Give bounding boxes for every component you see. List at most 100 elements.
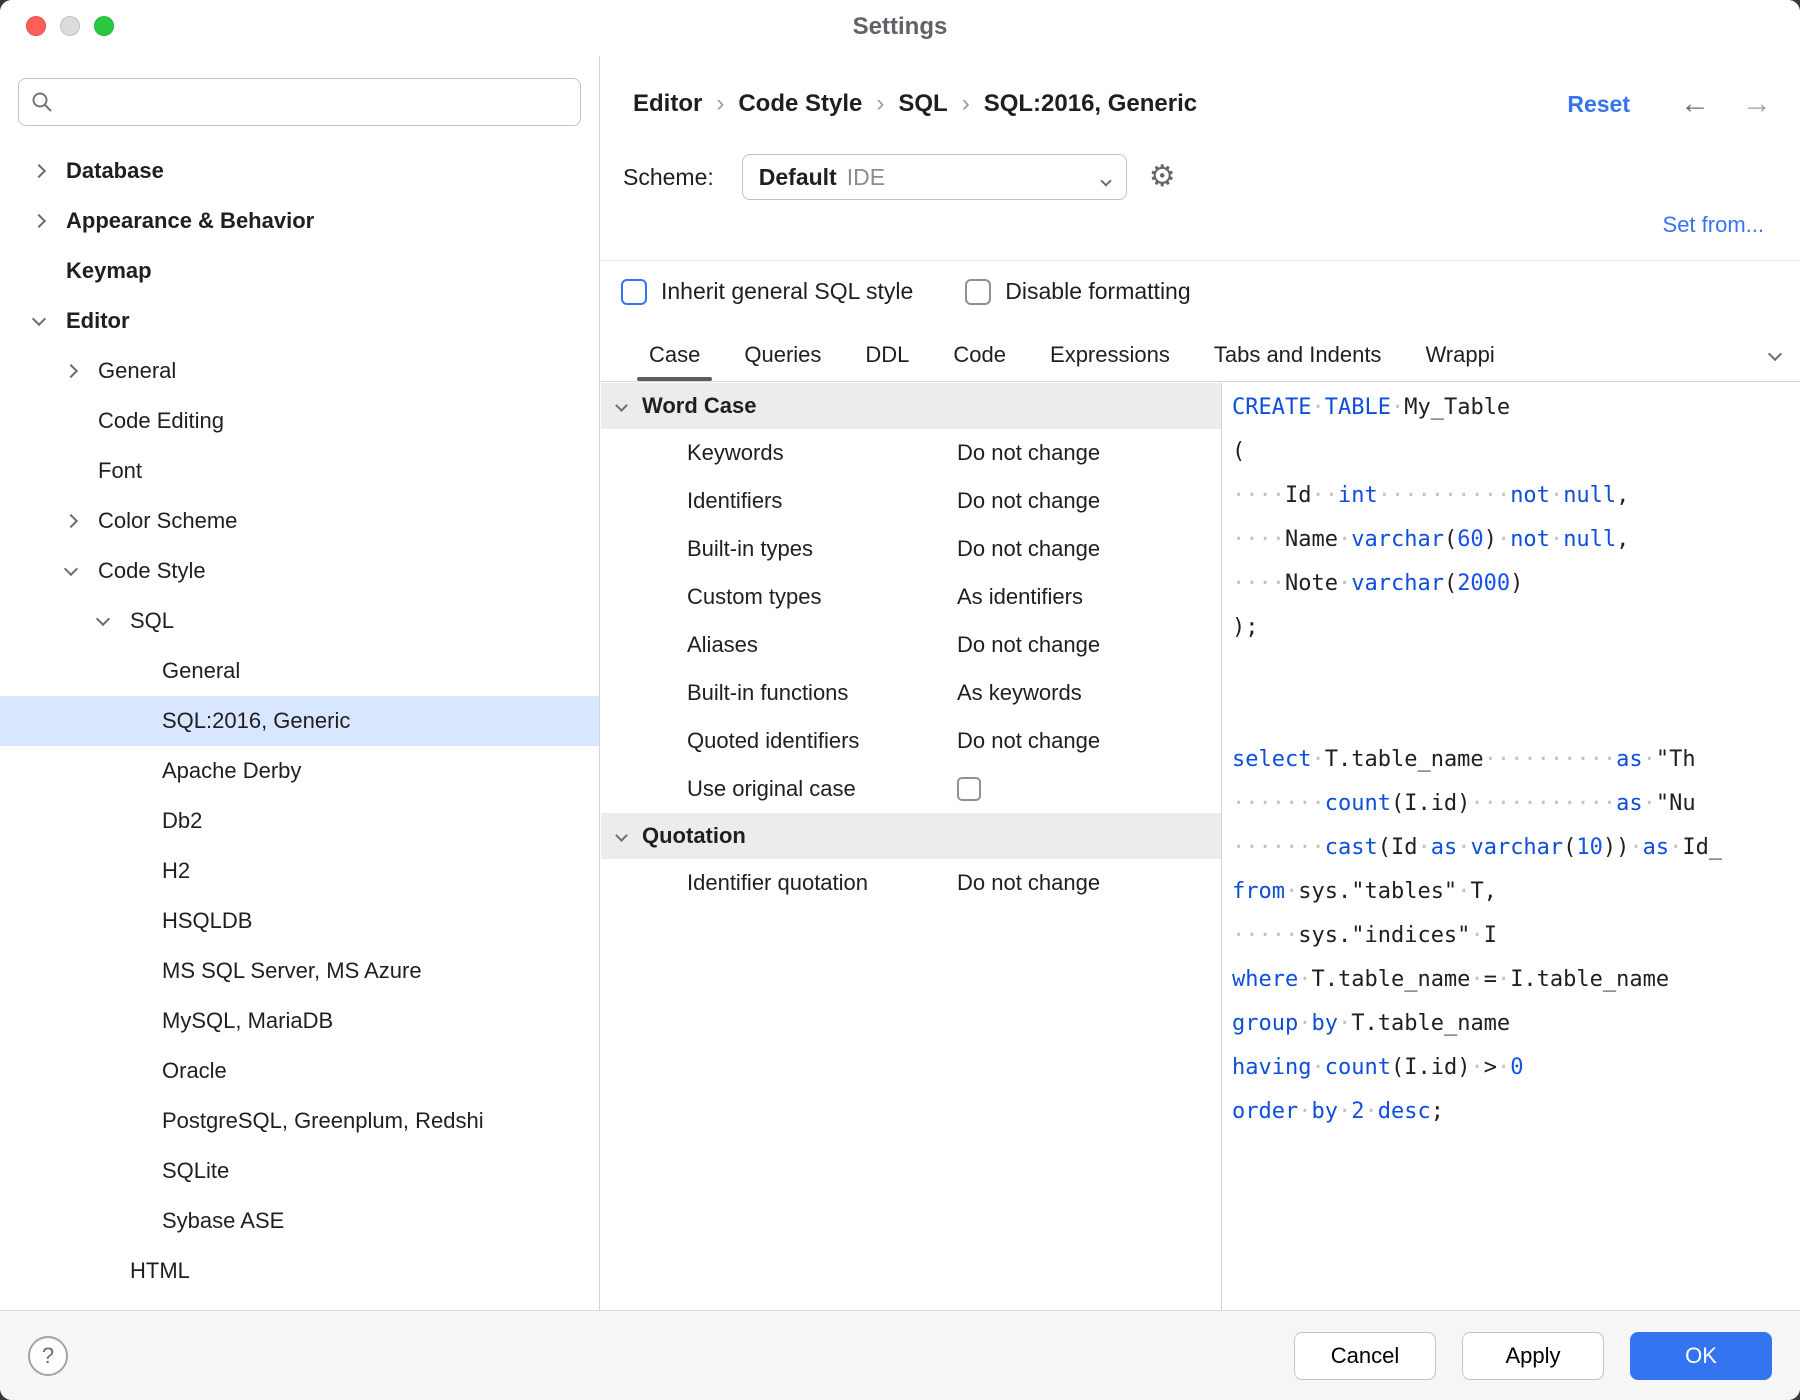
breadcrumb-item-editor[interactable]: Editor (633, 90, 702, 118)
sidebar-item-keymap[interactable]: Keymap (0, 246, 599, 296)
tab-queries[interactable]: Queries (722, 328, 843, 381)
code-token: sys. (1298, 879, 1351, 904)
code-token: 2000 (1457, 571, 1510, 596)
setting-value-dropdown[interactable]: As keywords (957, 680, 1082, 706)
breadcrumb-separator: › (962, 90, 970, 118)
chevron-down-icon[interactable] (66, 568, 98, 574)
setting-row-built-in-functions: Built-in functionsAs keywords (601, 669, 1221, 717)
section-title: Word Case (642, 393, 757, 419)
chevron-down-icon[interactable] (34, 318, 66, 324)
code-line: ·······cast(Id·as·varchar(10))·as·Id_ (1232, 826, 1800, 870)
sidebar-item-postgresql-greenplum-redshi[interactable]: PostgreSQL, Greenplum, Redshi (0, 1096, 599, 1146)
sidebar-item-database[interactable]: Database (0, 146, 599, 196)
code-token: T.table_name (1351, 1011, 1510, 1036)
settings-pane: Word CaseKeywordsDo not changeIdentifier… (601, 383, 1221, 1310)
tab-expressions[interactable]: Expressions (1028, 328, 1192, 381)
sidebar-item-color-scheme[interactable]: Color Scheme (0, 496, 599, 546)
setting-value-dropdown[interactable]: As identifiers (957, 584, 1083, 610)
inherit-sql-style-toggle: Inherit general SQL style (621, 278, 913, 305)
breadcrumb-item-sql-2016-generic[interactable]: SQL:2016, Generic (984, 90, 1197, 118)
sidebar-item-sql-2016-generic[interactable]: SQL:2016, Generic (0, 696, 599, 746)
code-line: CREATE·TABLE·My_Table (1232, 386, 1800, 430)
section-header-word-case[interactable]: Word Case (601, 383, 1221, 429)
tab-ddl[interactable]: DDL (843, 328, 931, 381)
toggles-row: Inherit general SQL style Disable format… (621, 278, 1191, 305)
sidebar-item-mysql-mariadb[interactable]: MySQL, MariaDB (0, 996, 599, 1046)
disable-formatting-checkbox[interactable] (965, 279, 991, 305)
sidebar-item-ms-sql-server-ms-azure[interactable]: MS SQL Server, MS Azure (0, 946, 599, 996)
breadcrumb-item-code-style[interactable]: Code Style (738, 90, 862, 118)
sidebar-item-sybase-ase[interactable]: Sybase ASE (0, 1196, 599, 1246)
code-token: ······· (1232, 791, 1325, 816)
chevron-right-icon[interactable] (34, 216, 66, 226)
apply-button[interactable]: Apply (1462, 1332, 1604, 1380)
section-header-quotation[interactable]: Quotation (601, 813, 1221, 859)
chevron-right-icon[interactable] (66, 366, 98, 376)
sidebar-item-html[interactable]: HTML (0, 1246, 599, 1296)
tab-code[interactable]: Code (931, 328, 1028, 381)
scheme-select[interactable]: Default IDE (742, 154, 1127, 200)
sidebar-item-sqlite[interactable]: SQLite (0, 1146, 599, 1196)
sidebar-item-general[interactable]: General (0, 646, 599, 696)
code-token: · (1311, 747, 1324, 772)
sidebar-item-font[interactable]: Font (0, 446, 599, 496)
sidebar-item-general[interactable]: General (0, 346, 599, 396)
breadcrumb-actions: Reset ← → (1567, 89, 1772, 119)
sidebar-item-sql[interactable]: SQL (0, 596, 599, 646)
sidebar-item-label: HTML (130, 1258, 190, 1284)
chevron-right-icon[interactable] (66, 516, 98, 526)
tab-wrappi[interactable]: Wrappi (1403, 328, 1516, 381)
code-token: · (1311, 1055, 1324, 1080)
sidebar-item-label: Code Editing (98, 408, 224, 434)
setting-label: Use original case (687, 776, 957, 802)
inherit-sql-style-checkbox[interactable] (621, 279, 647, 305)
code-token: sys. (1298, 923, 1351, 948)
setting-value-dropdown[interactable]: Do not change (957, 440, 1100, 466)
sidebar-item-code-style[interactable]: Code Style (0, 546, 599, 596)
tab-case[interactable]: Case (627, 328, 722, 381)
set-from-link[interactable]: Set from... (1663, 212, 1764, 238)
sidebar-item-label: MS SQL Server, MS Azure (162, 958, 422, 984)
tab-tabs-and-indents[interactable]: Tabs and Indents (1192, 328, 1404, 381)
code-token: TABLE (1325, 395, 1391, 420)
chevron-right-icon[interactable] (34, 166, 66, 176)
search-box[interactable] (18, 78, 581, 126)
settings-search-input[interactable] (63, 90, 568, 114)
sidebar-item-appearance-behavior[interactable]: Appearance & Behavior (0, 196, 599, 246)
setting-checkbox[interactable] (957, 777, 981, 801)
sidebar-item-label: Keymap (66, 258, 152, 284)
scheme-label: Scheme: (623, 164, 714, 191)
sidebar-item-h2[interactable]: H2 (0, 846, 599, 896)
setting-value-dropdown[interactable]: Do not change (957, 632, 1100, 658)
code-token: · (1643, 791, 1656, 816)
code-token: 0 (1510, 1055, 1523, 1080)
code-token: group (1232, 1011, 1298, 1036)
sidebar-item-code-editing[interactable]: Code Editing (0, 396, 599, 446)
sidebar-item-oracle[interactable]: Oracle (0, 1046, 599, 1096)
help-button[interactable]: ? (28, 1336, 68, 1376)
chevron-down-icon[interactable] (98, 618, 130, 624)
code-token: = (1484, 967, 1497, 992)
code-token: not (1510, 527, 1550, 552)
sidebar-item-db2[interactable]: Db2 (0, 796, 599, 846)
scheme-value: Default (759, 164, 837, 191)
breadcrumb-item-sql[interactable]: SQL (898, 90, 947, 118)
chevron-down-icon (615, 829, 628, 842)
ok-button[interactable]: OK (1630, 1332, 1772, 1380)
sidebar-item-label: Editor (66, 308, 130, 334)
sidebar-item-apache-derby[interactable]: Apache Derby (0, 746, 599, 796)
sidebar-item-hsqldb[interactable]: HSQLDB (0, 896, 599, 946)
setting-value-dropdown[interactable]: Do not change (957, 728, 1100, 754)
tabs-overflow-chevron-icon[interactable] (1764, 340, 1786, 370)
code-token: · (1364, 1099, 1377, 1124)
setting-value-dropdown[interactable]: Do not change (957, 870, 1100, 896)
setting-value-dropdown[interactable]: Do not change (957, 536, 1100, 562)
forward-arrow-icon[interactable]: → (1742, 89, 1772, 119)
code-line: ); (1232, 606, 1800, 650)
sidebar-item-editor[interactable]: Editor (0, 296, 599, 346)
cancel-button[interactable]: Cancel (1294, 1332, 1436, 1380)
setting-value-dropdown[interactable]: Do not change (957, 488, 1100, 514)
back-arrow-icon[interactable]: ← (1680, 89, 1710, 119)
reset-button[interactable]: Reset (1567, 91, 1630, 118)
scheme-gear-icon[interactable]: ⚙ (1149, 162, 1176, 192)
